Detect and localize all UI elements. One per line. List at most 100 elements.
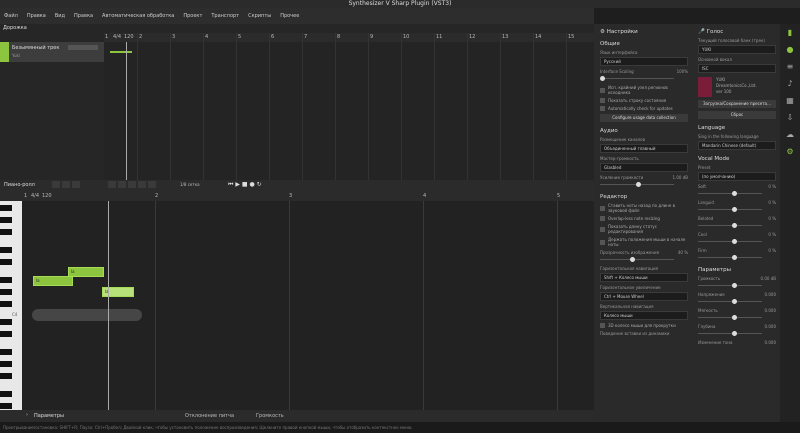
play-icon[interactable]: ▶ [235,181,240,188]
piano-keyboard[interactable]: C4 [0,201,22,410]
mode-slider[interactable] [698,191,776,197]
stop-icon[interactable]: ■ [242,181,248,188]
track-clip[interactable] [110,51,132,53]
reset-button[interactable]: Сброс [698,111,776,119]
track-item[interactable]: Безымянный трек Yuki [0,42,104,62]
parameters-bar: › Параметры Отклонение питча Громкость [0,410,594,422]
ruler-label: 4/4 [113,34,122,40]
menu-scripts[interactable]: Скрипты [248,13,271,19]
main-vocal-select[interactable]: ISC [698,64,776,73]
piano-roll-title: Пиано-ролл [4,182,35,188]
note[interactable]: la [102,287,134,297]
menu-edit-2[interactable]: Правка [74,13,93,19]
ruler-label: 2 [139,34,143,40]
ruler-label: 4/4 [31,193,40,199]
menu-transport[interactable]: Транспорт [211,13,239,19]
menu-auto[interactable]: Автоматическая обработка [102,13,174,19]
quantize-icon[interactable] [128,181,136,188]
grid-icon[interactable]: ▦ [780,92,800,109]
check-item[interactable]: 3D колесо мыши для прокрутки [600,323,688,328]
pen-tool-icon[interactable] [62,181,70,188]
piano-ruler[interactable]: 1 4/4 120 2 3 4 5 [0,190,594,201]
note-icon[interactable]: ♪ [780,75,800,92]
scroll-icon[interactable] [148,181,156,188]
preset-button[interactable]: Загрузка/Сохранение пресета… [698,100,776,108]
snap-icon[interactable] [108,181,116,188]
check-item[interactable]: Показать длину статус редактирования [600,224,688,234]
note[interactable]: la [68,267,104,277]
mixer-select[interactable]: Glasbled [600,163,688,172]
note-lyric: la [71,269,75,274]
record-icon[interactable]: ● [249,181,254,188]
wave-icon[interactable]: ▮ [780,24,800,41]
check-item[interactable]: Automatically check for updates [600,106,688,111]
export-icon[interactable]: ⇩ [780,109,800,126]
voice-panel: 🎤 Голос Текущий голосовой банк (трек) YU… [694,24,780,422]
param-slider[interactable] [698,283,776,289]
param-hint[interactable]: Громкость [256,413,284,419]
menu-file[interactable]: Файл [4,13,18,19]
param-hint[interactable]: Отклонение питча [185,413,234,419]
gear-icon: ⚙ [600,29,605,35]
avatar [698,77,712,97]
playhead[interactable] [108,201,109,410]
mixer-label: Мастер-громкость [600,156,639,161]
param-label: Изменение тона 0.000 [698,340,776,345]
usage-data-button[interactable]: Configure usage data collection [600,114,688,122]
mode-slider[interactable] [698,255,776,261]
gain-slider[interactable] [600,182,688,188]
check-item[interactable]: Исп. крайний узел регионов исходника [600,85,688,95]
menu-edit[interactable]: Правка [27,13,46,19]
arrangement-ruler[interactable] [104,33,594,42]
lang-select[interactable]: Русский [600,57,688,66]
track-singer: Yuki [12,53,20,58]
settings-panel: ⚙ Настройки Общие Язык интерфейса Русски… [594,24,694,422]
piano-roll-grid[interactable]: la la la [22,201,594,410]
hzoom-select[interactable]: Ctrl + Mouse Wheel [600,292,688,301]
note[interactable]: la [33,276,73,286]
hnav-select[interactable]: Shift + Колесо мыши [600,273,688,282]
check-item[interactable]: Overlap-less note resizing [600,216,688,221]
check-item[interactable]: Ставить ноты назад по длине в звуковой ф… [600,203,688,213]
scaling-slider[interactable] [600,76,688,82]
track-color [0,42,9,62]
track-controls[interactable] [68,45,98,50]
arrangement-view[interactable]: 1 4/4 120 2 3 4 5 6 7 8 9 10 11 12 13 14… [104,33,594,180]
menu-view[interactable]: Вид [55,13,65,19]
grid-icon[interactable] [118,181,126,188]
playhead[interactable] [126,42,127,180]
mode-slider[interactable] [698,207,776,213]
transparency-slider[interactable] [600,257,688,263]
sliders-icon[interactable]: ≡ [780,58,800,75]
curve-tool-icon[interactable] [72,181,80,188]
check-item[interactable]: Показать строку состояния [600,98,688,103]
param-slider[interactable] [698,315,776,321]
menu-bar: Файл Правка Вид Правка Автоматическая об… [0,8,594,24]
window-title: Synthesizer V Sharp Plugin (VST3) [0,0,800,8]
vnav-select[interactable]: Колесо мыши [600,311,688,320]
loop-icon[interactable]: ↻ [257,181,262,188]
channels-select[interactable]: Объединенный главный [600,144,688,153]
params-toggle[interactable]: › [26,412,28,418]
sing-lang-label: Sing in the following language [698,134,759,139]
transport-controls: ⏮ ▶ ■ ● ↻ [228,181,262,189]
menu-project[interactable]: Проект [183,13,202,19]
voicebank-select[interactable]: YUKI [698,45,776,54]
mode-slider[interactable] [698,223,776,229]
mic-icon[interactable]: ● [780,41,800,58]
mode-slider[interactable] [698,239,776,245]
mode-label: Cool 0 % [698,232,776,237]
pointer-tool-icon[interactable] [52,181,60,188]
menu-other[interactable]: Прочее [280,13,299,19]
rewind-icon[interactable]: ⏮ [228,181,233,188]
snap-select[interactable]: 1/8 сетка [180,182,200,187]
cloud-icon[interactable]: ☁ [780,126,800,143]
pitch-icon[interactable] [138,181,146,188]
sing-lang-select[interactable]: Mandarin Chinese (default) [698,141,776,150]
param-slider[interactable] [698,331,776,337]
preset-select[interactable]: (по умолчанию) [698,172,776,181]
check-item[interactable]: Держать положения мыши в начале ноты [600,237,688,247]
param-slider[interactable] [698,299,776,305]
gear-icon[interactable]: ⚙ [780,143,800,160]
ruler-label: 4 [205,34,209,40]
